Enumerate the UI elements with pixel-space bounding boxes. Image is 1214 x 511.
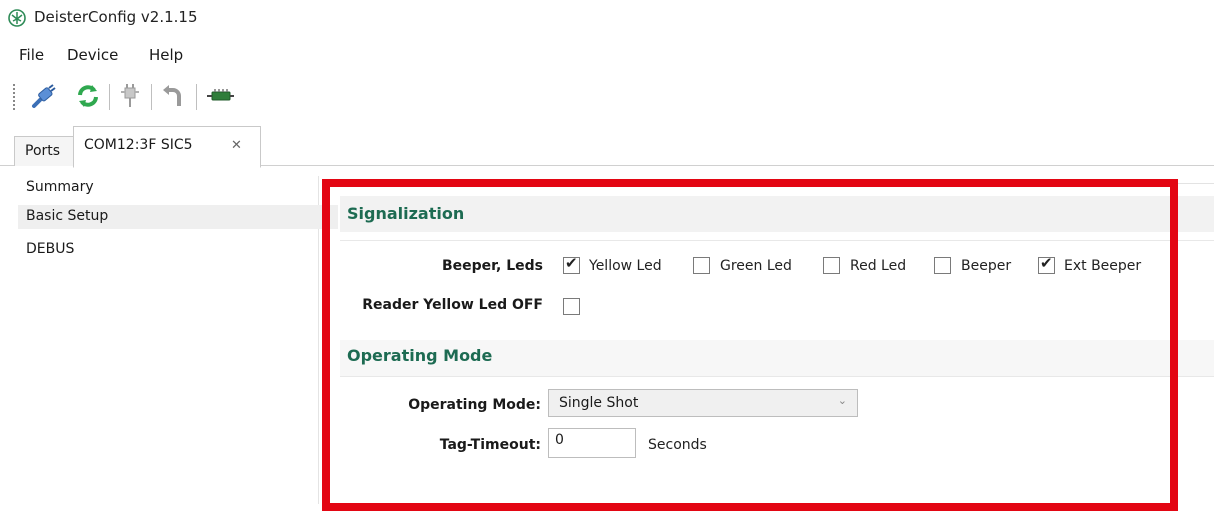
sidebar-item-label: Summary [26, 179, 94, 195]
refresh-icon[interactable] [75, 82, 101, 110]
sidebar-item-debus[interactable]: DEBUS [18, 238, 338, 262]
menu-device[interactable]: Device [67, 46, 118, 64]
tab-ports[interactable]: Ports [14, 136, 74, 166]
sidebar-item-summary[interactable]: Summary [18, 176, 338, 200]
app-logo-icon [8, 9, 26, 27]
tab-ports-label: Ports [25, 143, 61, 159]
toolbar-separator [196, 84, 197, 110]
disconnect-icon[interactable] [117, 82, 143, 110]
undo-icon[interactable] [160, 82, 186, 110]
tab-com12-label: COM12:3F SIC5 [84, 137, 193, 153]
toolbar-grip[interactable] [13, 84, 17, 110]
toolbar-separator [151, 84, 152, 110]
connect-icon[interactable] [30, 82, 56, 110]
device-icon[interactable] [204, 82, 236, 110]
sidebar-item-basic-setup[interactable]: Basic Setup [18, 205, 338, 229]
highlight-box [322, 179, 1178, 511]
menu-help[interactable]: Help [149, 46, 183, 64]
sidebar: Summary Basic Setup DEBUS [18, 176, 338, 504]
sidebar-item-label: Basic Setup [26, 208, 109, 224]
menu-file[interactable]: File [19, 46, 44, 64]
sidebar-item-label: DEBUS [26, 241, 75, 257]
tab-com12[interactable]: COM12:3F SIC5 ✕ [73, 126, 261, 168]
close-tab-icon[interactable]: ✕ [231, 138, 242, 153]
toolbar-separator [109, 84, 110, 110]
title-bar: DeisterConfig v2.1.15 [0, 0, 1214, 36]
window-title: DeisterConfig v2.1.15 [34, 8, 198, 26]
